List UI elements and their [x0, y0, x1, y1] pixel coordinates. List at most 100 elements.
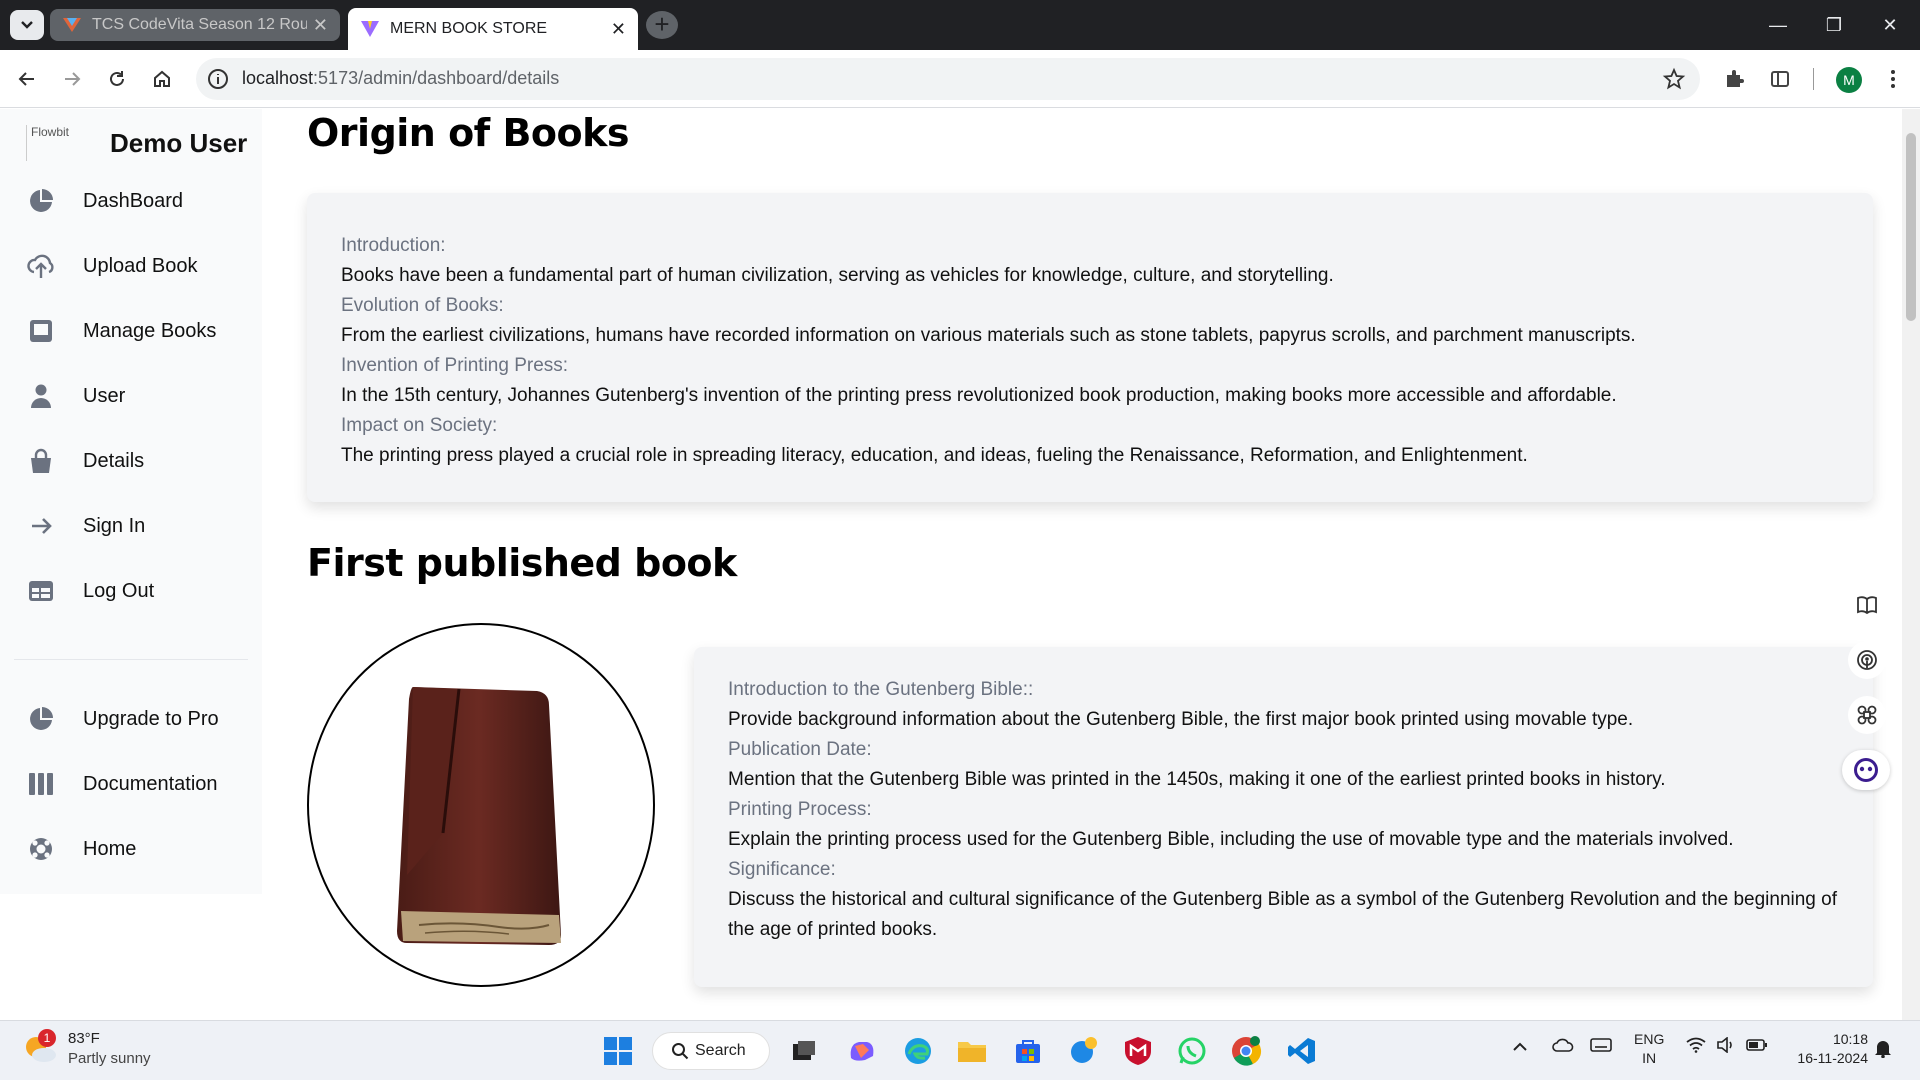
- sidebar-item-label: Manage Books: [83, 319, 217, 342]
- close-tab-icon[interactable]: ✕: [313, 15, 328, 36]
- wifi-icon[interactable]: [1686, 1037, 1706, 1057]
- sidebar-item-documentation[interactable]: Documentation: [14, 758, 248, 810]
- sidebar-item-sign-in[interactable]: Sign In: [14, 500, 248, 552]
- first-book-text-publication-date: Mention that the Gutenberg Bible was pri…: [728, 769, 1666, 790]
- browser-menu-button[interactable]: [1876, 62, 1910, 96]
- first-book-text-introduction: Provide background information about the…: [728, 709, 1634, 730]
- keyboard-tray-icon[interactable]: [1590, 1037, 1612, 1057]
- show-hidden-icons[interactable]: [1512, 1039, 1528, 1056]
- side-panel-button[interactable]: [1763, 62, 1797, 96]
- vscode-button[interactable]: [1284, 1033, 1320, 1069]
- book-image: [307, 623, 655, 987]
- mcafee-button[interactable]: [1120, 1033, 1156, 1069]
- task-view-icon: [793, 1041, 815, 1060]
- podcast-button[interactable]: [1848, 641, 1886, 679]
- volume-icon[interactable]: [1716, 1036, 1736, 1057]
- weather-description: Partly sunny: [68, 1050, 151, 1067]
- puzzle-icon: [1727, 70, 1744, 87]
- vscode-icon: [1288, 1038, 1315, 1064]
- reload-button[interactable]: [100, 62, 134, 96]
- windows-logo-icon: [604, 1037, 632, 1065]
- profile-avatar[interactable]: M: [1836, 67, 1862, 93]
- browser-toolbar: localhost:5173/admin/dashboard/details M: [0, 50, 1920, 108]
- sidebar-item-home[interactable]: Home: [14, 823, 248, 875]
- back-button[interactable]: [10, 62, 44, 96]
- assistant-button[interactable]: [1842, 750, 1890, 790]
- extensions-button[interactable]: [1718, 62, 1752, 96]
- tab-search-button[interactable]: [10, 10, 44, 40]
- sidebar-item-user[interactable]: User: [14, 370, 248, 422]
- bookmark-star-icon[interactable]: [1662, 67, 1686, 91]
- sidebar-item-label: Details: [83, 449, 145, 472]
- sidebar-item-label: DashBoard: [83, 189, 184, 212]
- vertical-scrollbar[interactable]: [1902, 109, 1920, 1021]
- copilot-icon: [850, 1042, 874, 1061]
- side-panel-icon: [1771, 71, 1789, 87]
- shopping-bag-icon: [26, 446, 56, 476]
- reading-mode-button[interactable]: [1848, 586, 1886, 624]
- task-view-button[interactable]: [786, 1033, 822, 1069]
- battery-icon[interactable]: [1746, 1038, 1768, 1056]
- origin-label-introduction: Introduction:: [341, 235, 446, 256]
- input-language[interactable]: ENG IN: [1634, 1030, 1664, 1068]
- toolbar-separator: [1813, 68, 1814, 90]
- edge-button[interactable]: [900, 1033, 936, 1069]
- chrome-button[interactable]: [1228, 1033, 1264, 1069]
- table-icon: [26, 576, 56, 606]
- partly-sunny-icon: 1: [22, 1029, 58, 1067]
- new-tab-button[interactable]: +: [646, 11, 678, 39]
- weather-notification-badge: 1: [38, 1029, 56, 1047]
- first-book-heading: First published book: [307, 541, 737, 585]
- taskbar-search[interactable]: Search: [652, 1032, 770, 1070]
- apps-button[interactable]: [1848, 696, 1886, 734]
- address-bar[interactable]: localhost:5173/admin/dashboard/details: [196, 58, 1700, 100]
- sidebar-item-label: Home: [83, 837, 137, 860]
- tab-mern-book-store[interactable]: MERN BOOK STORE ✕: [348, 8, 638, 50]
- tab-codevita[interactable]: TCS CodeVita Season 12 Round ✕: [50, 9, 340, 41]
- close-tab-icon[interactable]: ✕: [611, 19, 626, 40]
- onedrive-tray-icon[interactable]: [1552, 1037, 1574, 1057]
- close-window-button[interactable]: ✕: [1862, 0, 1918, 50]
- restore-button[interactable]: ❐: [1806, 0, 1862, 50]
- sidebar-item-label: Sign In: [83, 514, 146, 537]
- sidebar-item-upload-book[interactable]: Upload Book: [14, 240, 248, 292]
- scrollbar-thumb[interactable]: [1906, 133, 1916, 321]
- language-code: ENG: [1634, 1031, 1665, 1047]
- origin-text-evolution: From the earliest civilizations, humans …: [341, 325, 1636, 346]
- site-info-icon[interactable]: [206, 67, 230, 91]
- pinned-app-button[interactable]: [1066, 1033, 1102, 1069]
- shield-icon: [1125, 1037, 1151, 1065]
- windows-taskbar: 1 83°F Partly sunny Search ENG IN 10:18 …: [0, 1020, 1920, 1080]
- command-icon: [1857, 705, 1877, 725]
- sidebar: Flowbit Demo User DashBoard Upload Book …: [0, 109, 262, 894]
- home-button[interactable]: [145, 62, 179, 96]
- sidebar-item-log-out[interactable]: Log Out: [14, 565, 248, 617]
- sidebar-divider: [14, 659, 248, 660]
- sidebar-item-details[interactable]: Details: [14, 435, 248, 487]
- store-button[interactable]: [1010, 1033, 1046, 1069]
- app-icon: [1071, 1037, 1097, 1063]
- sidebar-item-manage-books[interactable]: Manage Books: [14, 305, 248, 357]
- first-book-label-publication-date: Publication Date:: [728, 739, 872, 760]
- region-code: IN: [1642, 1050, 1657, 1066]
- system-clock[interactable]: 10:18 16-11-2024: [1786, 1030, 1868, 1068]
- open-book-icon: [1857, 596, 1877, 615]
- notifications-button[interactable]: [1874, 1038, 1892, 1062]
- sidebar-brand[interactable]: Flowbit Demo User: [26, 125, 247, 161]
- sidebar-item-label: Documentation: [83, 772, 218, 795]
- lifebuoy-icon: [26, 834, 56, 864]
- bell-icon: [1875, 1041, 1891, 1059]
- user-icon: [26, 381, 56, 411]
- arrow-right-icon: [26, 511, 56, 541]
- forward-button[interactable]: [55, 62, 89, 96]
- file-explorer-button[interactable]: [954, 1033, 990, 1069]
- weather-widget[interactable]: 1 83°F Partly sunny: [22, 1029, 151, 1069]
- copilot-button[interactable]: [844, 1033, 880, 1069]
- start-button[interactable]: [600, 1033, 636, 1069]
- chrome-icon: [1232, 1036, 1262, 1066]
- sidebar-item-dashboard[interactable]: DashBoard: [14, 175, 248, 227]
- whatsapp-button[interactable]: [1174, 1033, 1210, 1069]
- sidebar-item-upgrade-to-pro[interactable]: Upgrade to Pro: [14, 693, 248, 745]
- origin-card: Introduction: Books have been a fundamen…: [307, 193, 1873, 502]
- minimize-button[interactable]: —: [1750, 0, 1806, 50]
